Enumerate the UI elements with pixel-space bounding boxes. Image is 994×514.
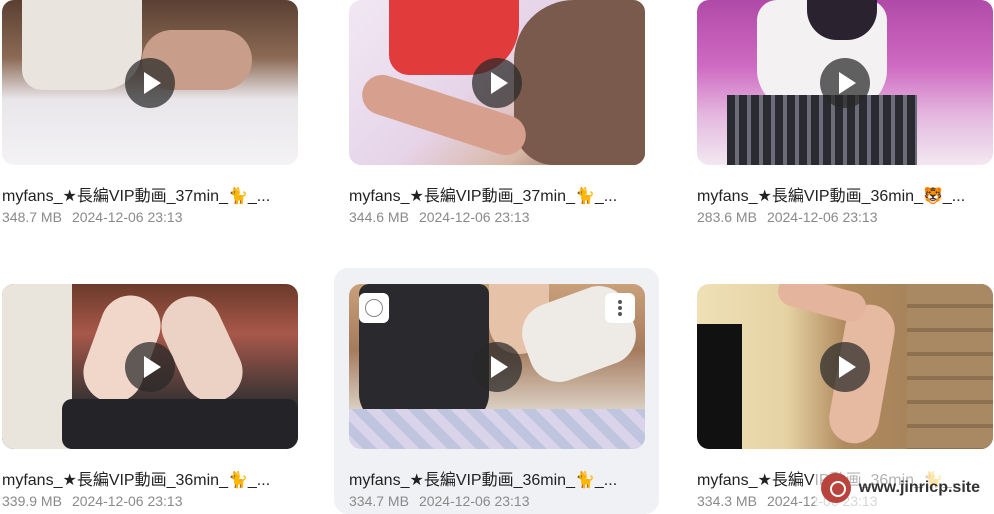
video-thumbnail[interactable] <box>697 0 993 165</box>
play-icon[interactable] <box>125 57 175 108</box>
video-card[interactable]: myfans_★長編VIP動画_37min_🐈_... 344.6 MB 2024… <box>349 0 645 230</box>
site-watermark: www.jinricp.site <box>814 468 986 508</box>
file-size: 339.9 MB <box>2 493 62 509</box>
more-vertical-icon[interactable] <box>605 293 635 323</box>
select-checkbox[interactable] <box>359 293 389 323</box>
watermark-logo-icon <box>820 473 851 503</box>
video-meta: 348.7 MB 2024-12-06 23:13 <box>2 209 182 225</box>
play-icon[interactable] <box>820 57 870 108</box>
upload-date: 2024-12-06 23:13 <box>418 209 530 225</box>
file-size: 344.6 MB <box>349 209 409 225</box>
upload-date: 2024-12-06 23:13 <box>71 209 183 225</box>
video-card[interactable]: myfans_★長編VIP動画_37min_🐈_... 348.7 MB 2024… <box>2 0 298 230</box>
video-thumbnail[interactable] <box>349 284 645 449</box>
play-icon[interactable] <box>472 57 522 108</box>
video-title[interactable]: myfans_★長編VIP動画_36min_🐯_... <box>697 182 993 206</box>
video-card[interactable]: myfans_★長編VIP動画_36min_🐈_... 339.9 MB 2024… <box>2 284 298 514</box>
video-meta: 283.6 MB 2024-12-06 23:13 <box>697 209 877 225</box>
video-title[interactable]: myfans_★長編VIP動画_36min_🐈_... <box>349 466 645 490</box>
video-meta: 344.6 MB 2024-12-06 23:13 <box>349 209 529 225</box>
video-thumbnail[interactable] <box>697 284 993 449</box>
video-thumbnail[interactable] <box>2 0 298 165</box>
video-thumbnail[interactable] <box>2 284 298 449</box>
play-icon[interactable] <box>125 341 175 392</box>
video-card[interactable]: myfans_★長編VIP動画_36min_🐯_... 283.6 MB 2024… <box>697 0 993 230</box>
file-size: 348.7 MB <box>2 209 62 225</box>
file-size: 334.3 MB <box>697 493 757 509</box>
video-title[interactable]: myfans_★長編VIP動画_37min_🐈_... <box>349 182 645 206</box>
video-thumbnail[interactable] <box>349 0 645 165</box>
upload-date: 2024-12-06 23:13 <box>766 209 878 225</box>
video-title[interactable]: myfans_★長編VIP動画_37min_🐈_... <box>2 182 298 206</box>
play-icon[interactable] <box>820 341 870 392</box>
video-title[interactable]: myfans_★長編VIP動画_36min_🐈_... <box>2 466 298 490</box>
play-icon[interactable] <box>472 341 522 392</box>
upload-date: 2024-12-06 23:13 <box>418 493 530 509</box>
watermark-text: www.jinricp.site <box>858 479 980 496</box>
video-meta: 334.7 MB 2024-12-06 23:13 <box>349 493 529 509</box>
upload-date: 2024-12-06 23:13 <box>71 493 183 509</box>
file-size: 334.7 MB <box>349 493 409 509</box>
file-size: 283.6 MB <box>697 209 757 225</box>
video-card-selected[interactable]: myfans_★長編VIP動画_36min_🐈_... 334.7 MB 2024… <box>334 268 659 514</box>
video-meta: 339.9 MB 2024-12-06 23:13 <box>2 493 182 509</box>
